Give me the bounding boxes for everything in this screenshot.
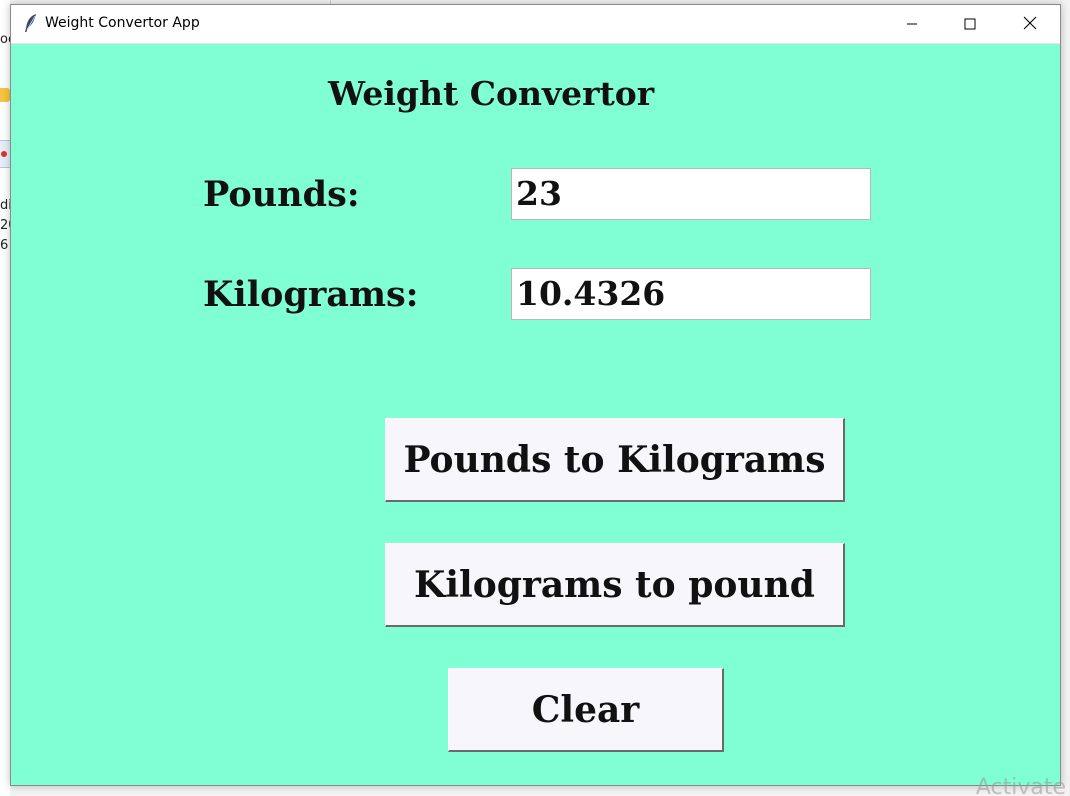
background-app-strip <box>0 0 10 796</box>
pounds-to-kilograms-button[interactable]: Pounds to Kilograms <box>385 418 845 502</box>
feather-icon <box>23 13 39 33</box>
kilograms-input[interactable]: 10.4326 <box>511 268 871 320</box>
app-content: Weight Convertor Pounds: 23 Kilograms: 1… <box>11 44 1060 785</box>
page-title: Weight Convertor <box>328 74 655 113</box>
maximize-icon <box>964 15 976 34</box>
minimize-icon <box>906 15 918 34</box>
background-text-fragment: 6 <box>0 238 9 253</box>
window-title: Weight Convertor App <box>45 15 200 31</box>
maximize-button[interactable] <box>941 5 999 43</box>
title-bar[interactable]: Weight Convertor App <box>11 5 1060 44</box>
desktop: oc di 20 6 Weight Convertor App Weight C… <box>0 0 1070 796</box>
clear-button[interactable]: Clear <box>448 668 724 752</box>
minimize-button[interactable] <box>883 5 941 43</box>
pounds-input[interactable]: 23 <box>511 168 871 220</box>
activate-windows-watermark: Activate <box>975 775 1066 796</box>
close-icon <box>1023 15 1037 34</box>
pounds-label: Pounds: <box>203 174 360 215</box>
folder-icon <box>0 88 10 102</box>
kilograms-label: Kilograms: <box>203 274 419 315</box>
kilograms-to-pound-button[interactable]: Kilograms to pound <box>385 543 845 627</box>
app-window: Weight Convertor App Weight Convertor Po… <box>10 4 1061 786</box>
close-button[interactable] <box>1001 5 1059 43</box>
